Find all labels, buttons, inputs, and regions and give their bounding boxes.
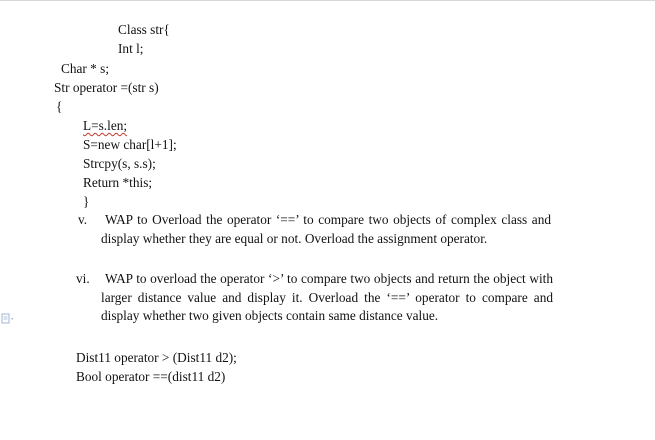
code-body-line-2: S=new char[l+1]; <box>83 137 177 152</box>
operator-signature-text: Str operator =(str s) <box>54 80 159 95</box>
question-number-v: v. <box>78 212 88 227</box>
char-decl-text: Char * s; <box>61 61 110 76</box>
int-decl-text: Int l; <box>118 41 144 56</box>
question-v-text: WAP to Overload the operator ‘==’ to com… <box>101 212 551 246</box>
code-open-brace: { <box>56 99 63 114</box>
code-class-decl: Class str{ <box>118 21 170 38</box>
code-int-decl: Int l; <box>118 40 143 57</box>
question-number-vi: vi. <box>76 271 90 286</box>
dist-gt-signature: Dist11 operator > (Dist11 d2); <box>76 350 237 365</box>
code-body-line-3: Strcpy(s, s.s); <box>83 156 156 171</box>
code-body-line-1: L=s.len; <box>83 118 128 133</box>
document-gutter-icon[interactable] <box>1 313 15 325</box>
question-vi-text: WAP to overload the operator ‘>’ to comp… <box>101 271 553 323</box>
code-body-line-4: Return *this; <box>83 175 153 190</box>
code-operator-signature: Str operator =(str s) <box>54 79 159 96</box>
bool-eq-signature: Bool operator ==(dist11 d2) <box>76 369 226 384</box>
page-top-border <box>0 0 655 1</box>
code-char-decl: Char * s; <box>61 60 109 77</box>
code-close-brace: } <box>83 194 90 209</box>
class-decl-text: Class str{ <box>118 22 170 37</box>
